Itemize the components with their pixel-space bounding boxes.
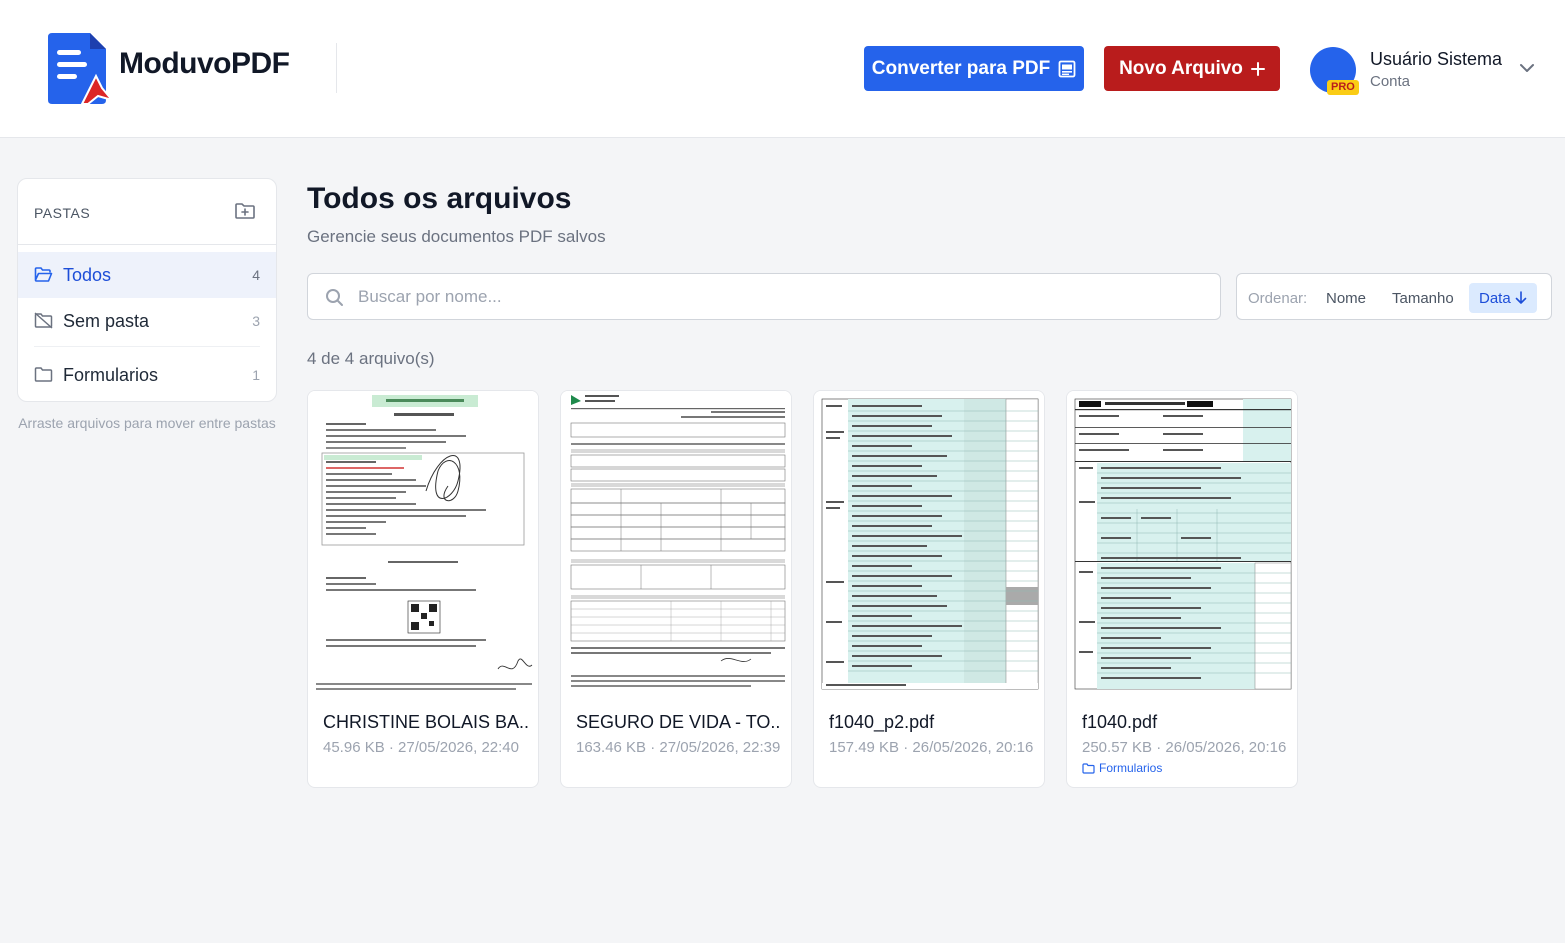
pdf-thumbnail <box>561 391 791 695</box>
plus-icon <box>1250 61 1265 76</box>
pdf-thumbnail <box>814 391 1044 695</box>
file-card[interactable]: CHRISTINE BOLAIS BA... 45.96 KB · 27/05/… <box>307 390 539 788</box>
divider <box>34 346 260 347</box>
sort-by-date-button[interactable]: Data <box>1469 283 1537 313</box>
pdf-file-icon <box>1058 60 1076 77</box>
search-icon <box>326 289 343 306</box>
user-subtitle: Conta <box>1370 73 1411 90</box>
file-folder-label: Formularios <box>1099 761 1163 775</box>
sidebar-item-count: 3 <box>252 313 260 329</box>
folders-panel: PASTAS Todos 4 Sem pasta 3 Formularios 1 <box>17 178 277 402</box>
sidebar-item-formularios[interactable]: Formularios 1 <box>18 352 276 398</box>
file-card[interactable]: f1040.pdf 250.57 KB · 26/05/2026, 20:16 … <box>1066 390 1298 788</box>
file-card[interactable]: f1040_p2.pdf 157.49 KB · 26/05/2026, 20:… <box>813 390 1045 788</box>
sidebar-item-todos[interactable]: Todos 4 <box>18 252 276 298</box>
search-input[interactable] <box>358 284 1198 310</box>
header-divider <box>336 43 337 93</box>
pro-badge: PRO <box>1327 80 1359 95</box>
file-name: f1040_p2.pdf <box>829 712 935 732</box>
logo-icon[interactable] <box>46 30 116 106</box>
sort-by-size-button[interactable]: Tamanho <box>1382 283 1464 313</box>
drag-hint: Arraste arquivos para mover entre pastas <box>18 415 276 431</box>
pdf-thumbnail <box>1067 391 1297 695</box>
folders-panel-header: PASTAS <box>18 179 276 245</box>
sort-option-label: Data <box>1479 289 1511 307</box>
new-file-button[interactable]: Novo Arquivo <box>1104 46 1280 91</box>
sidebar-item-label: Sem pasta <box>63 310 150 331</box>
new-folder-icon[interactable] <box>234 201 256 221</box>
user-name[interactable]: Usuário Sistema <box>1370 49 1502 70</box>
file-name: f1040.pdf <box>1082 712 1158 732</box>
convert-to-pdf-button[interactable]: Converter para PDF <box>864 46 1084 91</box>
search-box <box>307 273 1221 320</box>
file-meta: 157.49 KB · 26/05/2026, 20:16 <box>829 739 1034 756</box>
convert-button-label: Converter para PDF <box>871 57 1051 79</box>
sidebar-item-count: 4 <box>252 267 260 283</box>
arrow-down-icon <box>1515 291 1526 304</box>
file-name: CHRISTINE BOLAIS BA... <box>323 712 528 732</box>
page-title: Todos os arquivos <box>307 182 572 215</box>
pdf-thumbnail <box>308 391 538 695</box>
folder-open-icon <box>34 267 53 282</box>
file-folder-tag[interactable]: Formularios <box>1082 761 1162 775</box>
folders-title: PASTAS <box>34 205 91 221</box>
chevron-down-icon[interactable] <box>1517 58 1537 78</box>
sidebar-item-label: Todos <box>63 264 112 285</box>
sidebar-item-count: 1 <box>252 367 260 383</box>
file-name: SEGURO DE VIDA - TO... <box>576 712 781 732</box>
file-card[interactable]: SEGURO DE VIDA - TO... 163.46 KB · 27/05… <box>560 390 792 788</box>
file-count: 4 de 4 arquivo(s) <box>307 349 435 368</box>
file-meta: 163.46 KB · 27/05/2026, 22:39 <box>576 739 781 756</box>
folder-off-icon <box>34 312 53 329</box>
file-meta: 250.57 KB · 26/05/2026, 20:16 <box>1082 739 1287 756</box>
sidebar-item-label: Formularios <box>63 364 159 385</box>
sort-option-label: Nome <box>1326 289 1367 307</box>
page-subtitle: Gerencie seus documentos PDF salvos <box>307 227 606 246</box>
sort-label: Ordenar: <box>1248 290 1308 307</box>
sidebar-item-sem-pasta[interactable]: Sem pasta 3 <box>18 298 276 344</box>
new-button-label: Novo Arquivo <box>1119 57 1243 79</box>
app-header: ModuvoPDF Converter para PDF Novo Arquiv… <box>0 0 1565 138</box>
sort-by-name-button[interactable]: Nome <box>1316 283 1376 313</box>
sort-option-label: Tamanho <box>1392 289 1454 307</box>
file-meta: 45.96 KB · 27/05/2026, 22:40 <box>323 739 519 756</box>
folder-icon <box>34 367 53 382</box>
logo-text: ModuvoPDF <box>119 47 290 80</box>
folder-icon <box>1082 762 1095 774</box>
sort-bar: Ordenar: Nome Tamanho Data <box>1236 273 1552 320</box>
